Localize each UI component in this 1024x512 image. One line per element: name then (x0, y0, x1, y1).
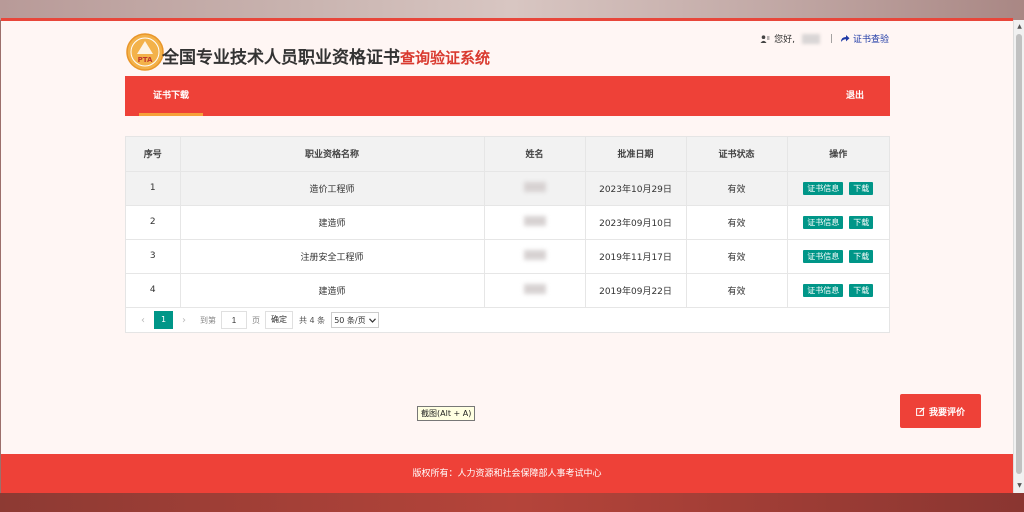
certificate-verify-label: 证书查验 (852, 35, 889, 45)
qualification-name: 建造师 (180, 273, 485, 308)
table-row: 2 建造师 2023年09月10日 有效 证书信息 下载 (126, 205, 889, 240)
holder-name-redacted (523, 215, 546, 226)
main-navbar: 证书下载 退出 (125, 76, 890, 116)
row-actions: 证书信息 下载 (787, 239, 889, 274)
download-button[interactable]: 下载 (849, 283, 874, 297)
column-header: 证书状态 (686, 137, 788, 172)
page: PTA 全国专业技术人员职业资格证书查询验证系统 您好, | 证书查验 证书下载… (1, 18, 1013, 493)
column-header: 序号 (126, 137, 181, 172)
certificate-status: 有效 (686, 171, 788, 206)
holder-name-redacted (523, 249, 546, 260)
edit-icon (916, 406, 925, 416)
user-icon (760, 34, 770, 43)
goto-label: 到第 (200, 315, 216, 325)
column-header: 职业资格名称 (180, 137, 485, 172)
page-unit-label: 页 (252, 315, 260, 325)
row-index: 3 (126, 239, 181, 274)
certificate-status: 有效 (686, 205, 788, 240)
row-actions: 证书信息 下载 (787, 273, 889, 308)
goto-page-input[interactable] (221, 311, 247, 329)
page-size-value: 50 条/页 (334, 315, 366, 325)
approval-date: 2023年09月10日 (585, 205, 687, 240)
rate-button-label: 我要评价 (928, 407, 965, 418)
column-header: 批准日期 (585, 137, 687, 172)
browser-background-bottom (0, 493, 1024, 512)
certificate-info-button[interactable]: 证书信息 (803, 215, 844, 229)
active-tab-indicator (139, 113, 203, 116)
qualification-name: 造价工程师 (180, 171, 485, 206)
page-size-select[interactable]: 50 条/页 (331, 312, 379, 328)
row-index: 4 (126, 273, 181, 308)
column-header: 操作 (787, 137, 889, 172)
qualification-name: 注册安全工程师 (180, 239, 485, 274)
approval-date: 2019年09月22日 (585, 273, 687, 308)
holder-name-redacted (523, 283, 546, 294)
certificate-info-button[interactable]: 证书信息 (803, 283, 844, 297)
holder-name (484, 205, 586, 240)
approval-date: 2023年10月29日 (585, 171, 687, 206)
tab-certificate-download[interactable]: 证书下载 (139, 76, 203, 116)
holder-name (484, 273, 586, 308)
pta-logo: PTA (126, 33, 164, 71)
vertical-scrollbar[interactable]: ▲ ▼ (1013, 20, 1024, 493)
certificate-status: 有效 (686, 239, 788, 274)
footer: 版权所有：人力资源和社会保障部人事考试中心 (1, 454, 1013, 493)
scroll-thumb[interactable] (1016, 34, 1022, 474)
chevron-down-icon (368, 317, 376, 323)
row-actions: 证书信息 下载 (787, 205, 889, 240)
browser-background-top (0, 0, 1024, 20)
scroll-up-arrow-icon[interactable]: ▲ (1016, 23, 1023, 31)
holder-name-redacted (523, 181, 546, 192)
certificate-info-button[interactable]: 证书信息 (803, 249, 844, 263)
table-row: 1 造价工程师 2023年10月29日 有效 证书信息 下载 (126, 171, 889, 206)
column-header: 姓名 (484, 137, 586, 172)
certificate-table-panel: 序号 职业资格名称 姓名 批准日期 证书状态 操作 1 造价工程师 2023年1… (125, 136, 890, 333)
table-header-row: 序号 职业资格名称 姓名 批准日期 证书状态 操作 (126, 137, 889, 172)
goto-confirm-button[interactable]: 确定 (265, 311, 293, 329)
certificate-verify-link[interactable]: 证书查验 (840, 32, 889, 45)
download-button[interactable]: 下载 (849, 215, 874, 229)
holder-name (484, 239, 586, 274)
row-index: 2 (126, 205, 181, 240)
approval-date: 2019年11月17日 (585, 239, 687, 274)
pagination: ‹ 1 › 到第 页 确定 共 4 条 50 条/页 (132, 311, 379, 329)
svg-text:PTA: PTA (138, 56, 153, 64)
row-index: 1 (126, 171, 181, 206)
share-arrow-icon (840, 35, 850, 42)
user-name-redacted (801, 33, 820, 44)
table-row: 3 注册安全工程师 2019年11月17日 有效 证书信息 下载 (126, 239, 889, 274)
download-button[interactable]: 下载 (849, 249, 874, 263)
greeting-text: 您好, (774, 35, 795, 45)
table-row: 4 建造师 2019年09月22日 有效 证书信息 下载 (126, 273, 889, 308)
certificate-table: 序号 职业资格名称 姓名 批准日期 证书状态 操作 1 造价工程师 2023年1… (126, 137, 889, 308)
screenshot-tooltip: 截图(Alt + A) (417, 406, 476, 421)
certificate-info-button[interactable]: 证书信息 (803, 181, 844, 195)
site-title: 全国专业技术人员职业资格证书查询验证系统 (162, 43, 490, 68)
site-title-main: 全国专业技术人员职业资格证书 (162, 48, 400, 68)
holder-name (484, 171, 586, 206)
scroll-down-arrow-icon[interactable]: ▼ (1016, 482, 1023, 490)
qualification-name: 建造师 (180, 205, 485, 240)
userbar-separator: | (829, 33, 833, 44)
prev-page-chevron-icon[interactable]: ‹ (132, 315, 154, 326)
total-count: 共 4 条 (299, 315, 326, 325)
rate-button[interactable]: 我要评价 (900, 394, 981, 428)
logout-link[interactable]: 退出 (846, 76, 864, 116)
current-page-button[interactable]: 1 (154, 311, 173, 329)
certificate-status: 有效 (686, 273, 788, 308)
user-bar: 您好, | 证书查验 (760, 32, 889, 45)
copyright-text: 版权所有：人力资源和社会保障部人事考试中心 (412, 469, 602, 479)
next-page-chevron-icon[interactable]: › (173, 315, 195, 326)
download-button[interactable]: 下载 (849, 181, 874, 195)
site-title-sub: 查询验证系统 (400, 49, 491, 67)
row-actions: 证书信息 下载 (787, 171, 889, 206)
